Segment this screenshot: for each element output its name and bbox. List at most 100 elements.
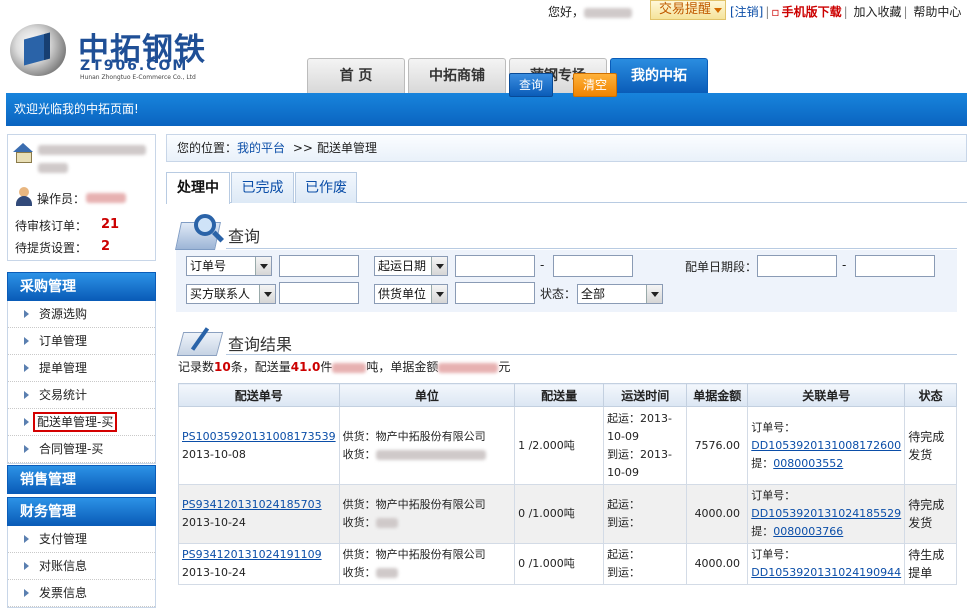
status-label: 状态：: [540, 287, 577, 301]
table-row: PS934120131024185703 2013-10-24 供货：物产中拓股份…: [178, 484, 957, 544]
results-icon: [176, 322, 226, 360]
menu-item-payment[interactable]: 支付管理: [8, 526, 155, 553]
operator-name-redacted: [86, 193, 126, 203]
user-icon: [15, 187, 33, 207]
dispatch-date-start-input[interactable]: [757, 255, 837, 277]
record-count: 10: [214, 360, 231, 374]
table-row: PS934120131024191109 2013-10-24 供货：物产中拓股份…: [178, 543, 957, 585]
order-type-select[interactable]: 订单号: [186, 256, 272, 276]
delivery-no-link[interactable]: PS934120131024185703: [182, 498, 322, 511]
top-bar: 您好， 交易提醒 [注销] | ▫ 手机版下载 | 加入收藏 | 帮助中心: [0, 0, 974, 22]
logout-link[interactable]: [注销]: [730, 5, 763, 19]
menu-item-invoice[interactable]: 发票信息: [8, 580, 155, 607]
mobile-icon: ▫: [771, 5, 780, 19]
breadcrumb-link-platform[interactable]: 我的平台: [237, 141, 285, 155]
chevron-down-icon: [431, 257, 447, 275]
col-related-no: 关联单号: [747, 383, 906, 407]
pickup-no-link[interactable]: 0080003766: [773, 525, 843, 538]
menu-header-finance[interactable]: 财务管理: [7, 497, 156, 526]
query-form: 订单号 起运日期 - 配单日期段： - 买方联系人 供货单位 状态： 全部: [176, 250, 957, 312]
quantity-total: 41.0: [290, 360, 321, 374]
results-title: 查询结果: [228, 335, 293, 354]
logo-domain: ZT906.COM: [80, 58, 189, 74]
pending-pickup-count[interactable]: 2: [101, 239, 110, 254]
pickup-no-link[interactable]: 0080003552: [773, 457, 843, 470]
search-button[interactable]: 查询: [509, 73, 553, 97]
contact-input[interactable]: [279, 282, 359, 304]
chevron-down-icon: [259, 285, 275, 303]
chevron-down-icon: [714, 8, 722, 13]
logo-mark-icon: [10, 24, 66, 76]
menu-header-sales[interactable]: 销售管理: [7, 465, 156, 494]
order-no-link[interactable]: DD1053920131024185529: [751, 507, 901, 520]
tab-voided[interactable]: 已作废: [295, 172, 357, 203]
menu-item-delivery-buy[interactable]: 配送单管理-买: [8, 409, 155, 436]
pending-review-label: 待审核订单：: [15, 219, 88, 233]
delivery-no-link[interactable]: PS934120131024191109: [182, 548, 322, 561]
query-panel: 查询 订单号 起运日期 - 配单日期段： - 买方联系人 供货单位 状态： 全部: [175, 210, 957, 315]
menu-item-pickup[interactable]: 提单管理: [8, 355, 155, 382]
help-link[interactable]: 帮助中心: [913, 5, 961, 19]
contact-type-select[interactable]: 买方联系人: [186, 284, 276, 304]
tab-completed[interactable]: 已完成: [231, 172, 294, 203]
nav-tab-shops[interactable]: 中拓商铺: [408, 58, 506, 93]
date-start-input[interactable]: [455, 255, 535, 277]
col-status: 状态: [904, 383, 957, 407]
favorite-link[interactable]: 加入收藏: [853, 5, 901, 19]
caret-right-icon: [24, 535, 29, 543]
menu-item-stats[interactable]: 交易统计: [8, 382, 155, 409]
date-end-input[interactable]: [553, 255, 633, 277]
delivery-no-link[interactable]: PS10035920131008173539: [182, 430, 336, 443]
pending-pickup-label: 待提货设置：: [15, 241, 88, 255]
clear-button[interactable]: 清空: [573, 73, 617, 97]
query-title: 查询: [228, 227, 261, 246]
logo[interactable]: 中拓钢铁 ZT906.COM Hunan Zhongtuo E-Commerce…: [10, 22, 210, 82]
caret-right-icon: [24, 562, 29, 570]
status-cell: 待完成发货: [904, 484, 957, 544]
status-tabs: 处理中 已完成 已作废: [166, 172, 967, 204]
results-table: 配送单号 单位 配送量 运送时间 单据金额 关联单号 状态 PS10035920…: [178, 383, 957, 585]
breadcrumb: 您的位置：我的平台 >> 配送单管理: [166, 134, 967, 162]
company-name-redacted: [38, 145, 146, 155]
caret-right-icon: [24, 418, 29, 426]
menu-item-orders[interactable]: 订单管理: [8, 328, 155, 355]
mobile-download-link[interactable]: 手机版下载: [782, 5, 842, 19]
order-no-input[interactable]: [279, 255, 359, 277]
col-unit: 单位: [338, 383, 516, 407]
dispatch-date-end-input[interactable]: [855, 255, 935, 277]
menu-item-contract-buy[interactable]: 合同管理-买: [8, 436, 155, 463]
menu-list-finance: 支付管理 对账信息 发票信息: [7, 526, 156, 608]
nav-tab-my-zhongtuo[interactable]: 我的中拓: [610, 58, 708, 93]
trade-alert-dropdown[interactable]: 交易提醒: [650, 0, 726, 20]
date-range-label: 配单日期段：: [685, 260, 758, 274]
menu-item-resource[interactable]: 资源选购: [8, 301, 155, 328]
chevron-down-icon: [431, 285, 447, 303]
supplier-input[interactable]: [455, 282, 535, 304]
status-cell: 待完成发货: [904, 406, 957, 485]
menu-list-purchase: 资源选购 订单管理 提单管理 交易统计 配送单管理-买 合同管理-买: [7, 301, 156, 464]
house-icon: [13, 143, 33, 163]
pending-review-count[interactable]: 21: [101, 217, 119, 232]
operator-label: 操作员：: [37, 192, 86, 206]
col-delivery-no: 配送单号: [178, 383, 340, 407]
col-amount: 单据金额: [686, 383, 749, 407]
status-select[interactable]: 全部: [577, 284, 663, 304]
user-info-box: 操作员： 待审核订单： 21 待提货设置： 2: [7, 134, 156, 261]
menu-header-purchase[interactable]: 采购管理: [7, 272, 156, 301]
caret-right-icon: [24, 364, 29, 372]
breadcrumb-current: 配送单管理: [316, 141, 377, 155]
status-cell: 待生成提单: [904, 543, 957, 585]
search-icon: [175, 214, 225, 252]
table-row: PS10035920131008173539 2013-10-08 供货：物产中拓…: [178, 406, 957, 485]
tab-processing[interactable]: 处理中: [166, 172, 230, 204]
greeting: 您好，: [548, 3, 633, 20]
col-ship-time: 运送时间: [603, 383, 688, 407]
nav-tab-home[interactable]: 首 页: [307, 58, 405, 93]
results-summary: 记录数10条，配送量41.0件 吨，单据金额元: [178, 360, 511, 374]
date-type-select[interactable]: 起运日期: [374, 256, 448, 276]
order-no-link[interactable]: DD1053920131008172600: [751, 439, 901, 452]
menu-item-reconcile[interactable]: 对账信息: [8, 553, 155, 580]
supplier-type-select[interactable]: 供货单位: [374, 284, 448, 304]
logo-english: Hunan Zhongtuo E-Commerce Co., Ltd: [80, 74, 196, 81]
order-no-link[interactable]: DD1053920131024190944: [751, 566, 901, 579]
